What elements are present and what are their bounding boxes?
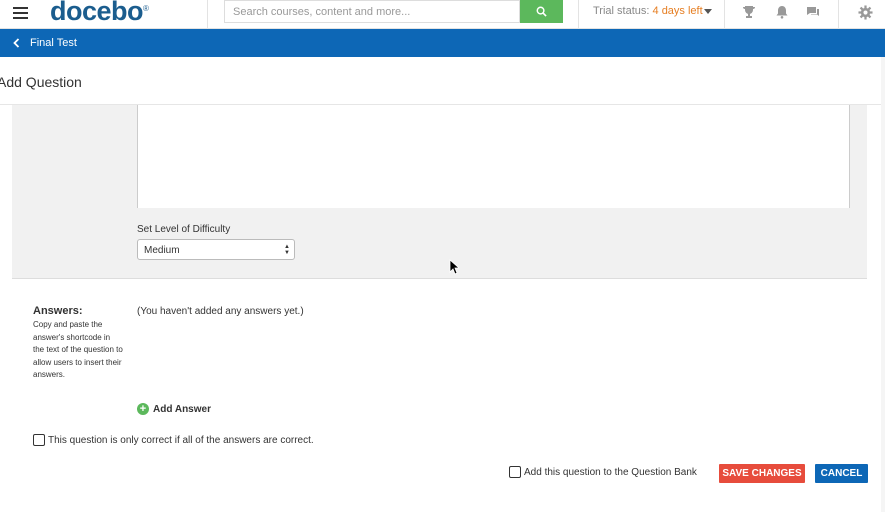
answers-heading: Answers: (33, 305, 83, 317)
menu-icon[interactable] (13, 7, 28, 19)
divider (838, 0, 839, 29)
chat-icon[interactable] (805, 4, 821, 20)
search-input[interactable] (224, 0, 520, 23)
mouse-cursor-icon (449, 259, 461, 280)
top-navigation-bar: docebo® Trial status: 4 days left (0, 0, 885, 29)
select-arrows-icon: ▲ ▼ (284, 244, 290, 256)
bell-icon[interactable] (774, 4, 790, 20)
scrollbar[interactable] (881, 57, 885, 512)
gear-icon[interactable] (857, 4, 873, 20)
all-correct-option[interactable]: This question is only correct if all of … (33, 434, 314, 446)
docebo-logo[interactable]: docebo® (50, 0, 149, 27)
search-icon (536, 6, 547, 17)
question-bank-label: Add this question to the Question Bank (524, 466, 697, 478)
question-bank-checkbox[interactable] (509, 466, 521, 478)
difficulty-select[interactable]: Medium ▲ ▼ (137, 239, 295, 260)
back-link[interactable]: Final Test (13, 37, 77, 49)
divider (578, 0, 579, 29)
cancel-button[interactable]: CANCEL (815, 464, 868, 483)
search-button[interactable] (520, 0, 563, 23)
trial-status[interactable]: Trial status: 4 days left (593, 5, 703, 17)
difficulty-label: Set Level of Difficulty (137, 224, 231, 235)
question-bank-option[interactable]: Add this question to the Question Bank (509, 466, 697, 478)
no-answers-message: (You haven't added any answers yet.) (137, 306, 304, 317)
save-changes-button[interactable]: SAVE CHANGES (719, 464, 805, 483)
difficulty-selected-value: Medium (144, 245, 180, 256)
back-link-label: Final Test (30, 37, 77, 49)
add-answer-label: Add Answer (153, 403, 211, 415)
breadcrumb-bar: Final Test (0, 29, 885, 57)
plus-circle-icon: + (137, 403, 149, 415)
chevron-down-icon[interactable] (704, 9, 712, 14)
answers-help-text: Copy and paste the answer's shortcode in… (33, 320, 123, 379)
all-correct-label: This question is only correct if all of … (48, 434, 314, 446)
page-title: Add Question (0, 74, 82, 90)
divider (207, 0, 208, 29)
all-correct-checkbox[interactable] (33, 434, 45, 446)
chevron-left-icon (13, 38, 20, 48)
question-text-editor[interactable] (137, 105, 850, 208)
trophy-icon[interactable] (741, 4, 757, 20)
add-answer-button[interactable]: + Add Answer (137, 403, 211, 415)
divider (724, 0, 725, 29)
